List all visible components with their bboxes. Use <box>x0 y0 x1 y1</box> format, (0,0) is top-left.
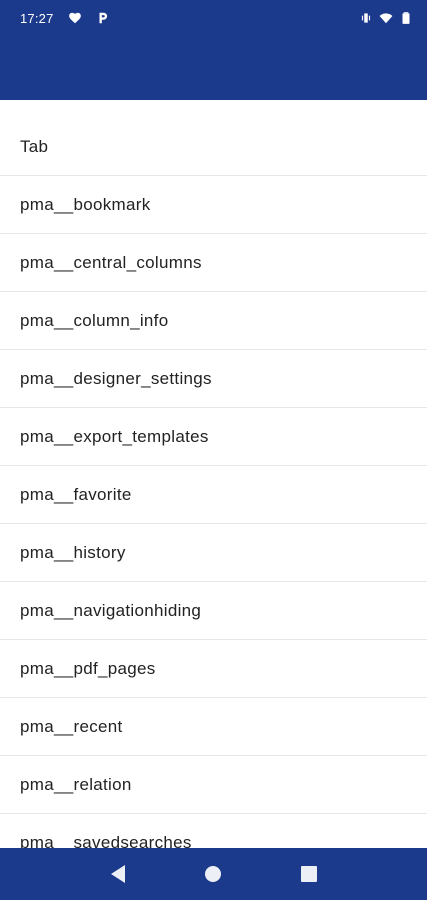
list-item-label: pma__pdf_pages <box>20 658 156 678</box>
list-item[interactable]: pma__central_columns <box>0 234 427 292</box>
list-item-label: pma__recent <box>20 716 123 736</box>
app-bar <box>0 36 427 100</box>
list-item[interactable]: pma__export_templates <box>0 408 427 466</box>
list-item-label: pma__column_info <box>20 310 169 330</box>
list-item-label: pma__bookmark <box>20 194 151 214</box>
status-left: 17:27 <box>20 11 110 26</box>
list-item[interactable]: pma__navigationhiding <box>0 582 427 640</box>
list-item[interactable]: pma__pdf_pages <box>0 640 427 698</box>
list-item-label: pma__designer_settings <box>20 368 212 388</box>
list-item-label: pma__favorite <box>20 484 132 504</box>
list-item-label: pma__history <box>20 542 126 562</box>
list-item-label: pma__navigationhiding <box>20 600 202 620</box>
list-item-label: pma__relation <box>20 774 132 794</box>
back-icon[interactable] <box>98 854 138 894</box>
status-time: 17:27 <box>20 10 54 26</box>
list-item[interactable]: pma__bookmark <box>0 176 427 234</box>
battery-icon <box>399 11 413 25</box>
list-item[interactable]: pma__column_info <box>0 292 427 350</box>
list-item[interactable]: pma__history <box>0 524 427 582</box>
list-item[interactable]: pma__recent <box>0 698 427 756</box>
list-item[interactable]: pma__savedsearches <box>0 814 427 849</box>
p-notification-icon <box>96 11 110 25</box>
list-item-label: pma__export_templates <box>20 426 209 446</box>
status-bar: 17:27 <box>0 0 427 36</box>
vibrate-icon <box>359 11 373 25</box>
list-item[interactable]: pma__designer_settings <box>0 350 427 408</box>
list-item-label: pma__central_columns <box>20 252 202 272</box>
home-icon[interactable] <box>193 854 233 894</box>
status-right <box>359 11 413 25</box>
list-item[interactable]: Tab <box>0 100 427 176</box>
heart-notification-icon <box>68 11 82 25</box>
table-list: Tab pma__bookmark pma__central_columns p… <box>0 100 427 848</box>
list-item-label: Tab <box>20 136 49 156</box>
list-item-label: pma__savedsearches <box>20 832 192 849</box>
recents-icon[interactable] <box>289 854 329 894</box>
navigation-bar <box>0 848 427 900</box>
list-item[interactable]: pma__favorite <box>0 466 427 524</box>
list-item[interactable]: pma__relation <box>0 756 427 814</box>
wifi-icon <box>379 11 393 25</box>
